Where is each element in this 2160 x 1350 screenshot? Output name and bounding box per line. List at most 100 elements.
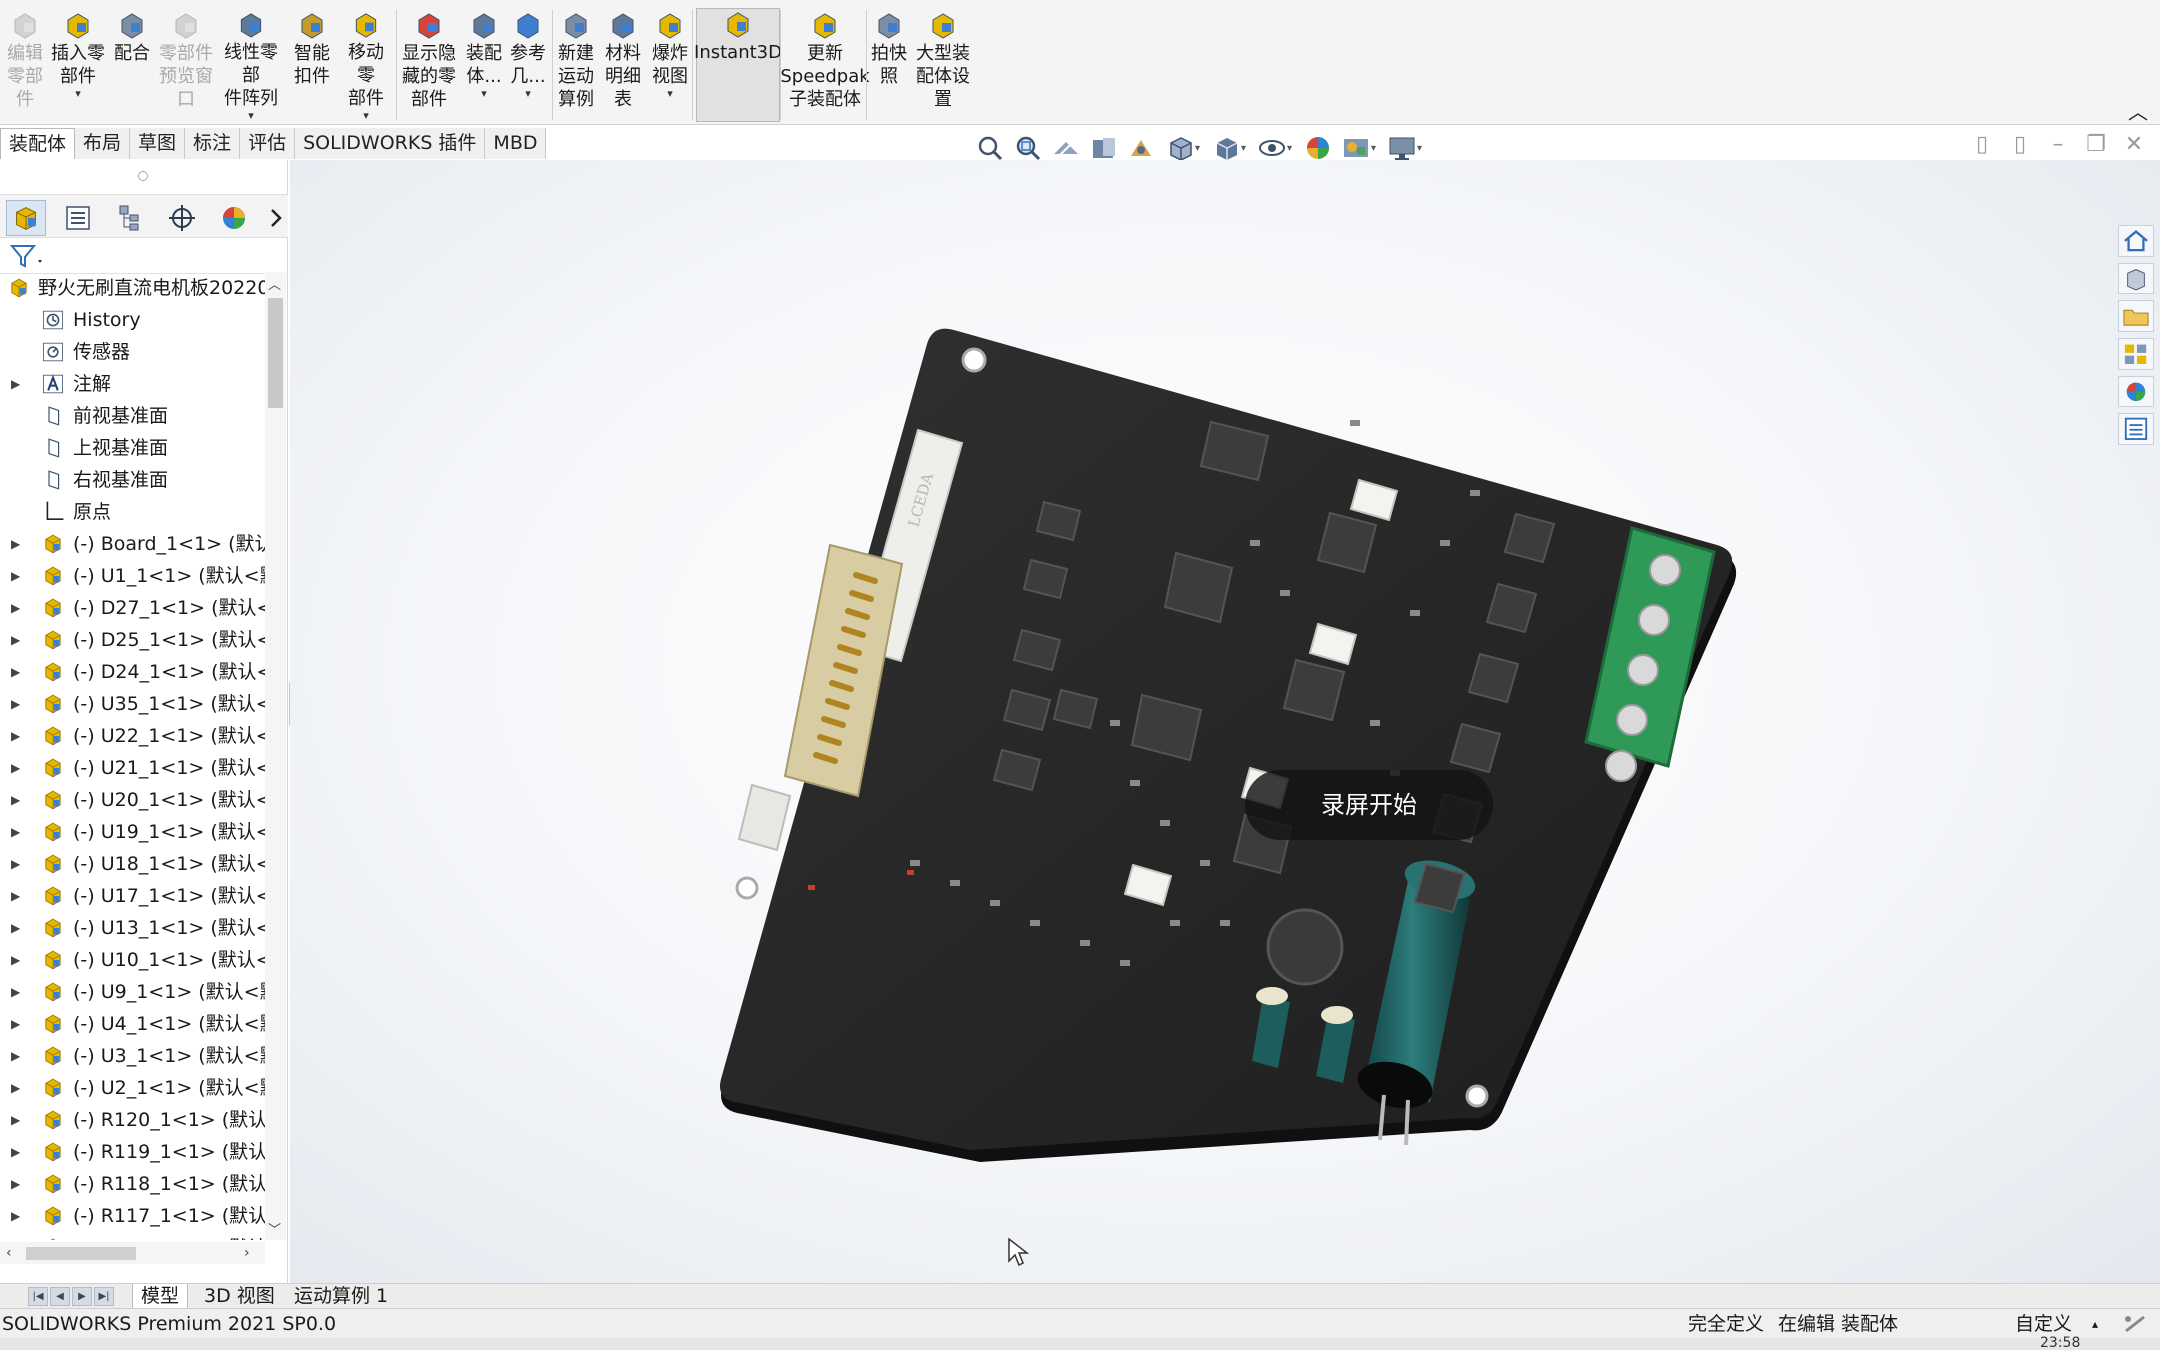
expand-arrow-icon[interactable]: ▶ xyxy=(11,1200,20,1232)
dimxpert-manager-tab-icon[interactable] xyxy=(162,200,202,236)
expand-arrow-icon[interactable]: ▶ xyxy=(11,720,20,752)
hide-show-dropdown-icon[interactable]: ▾ xyxy=(1287,143,1295,154)
expand-arrow-icon[interactable]: ▶ xyxy=(11,1040,20,1072)
design-library-icon[interactable] xyxy=(2118,262,2154,295)
tree-node[interactable]: ▶ (-) D24_1<1> (默认<默 xyxy=(0,656,265,688)
tree-hscroll-thumb[interactable] xyxy=(26,1247,136,1260)
expand-arrow-icon[interactable]: ▶ xyxy=(11,784,20,816)
expand-arrow-icon[interactable]: ▶ xyxy=(11,1104,20,1136)
ribbon-dropdown-icon[interactable]: ▾ xyxy=(525,88,531,100)
rebuild-status-icon[interactable] xyxy=(2122,1313,2148,1335)
tree-node[interactable]: 原点 xyxy=(0,496,265,528)
tree-node[interactable]: ▶ (-) R120_1<1> (默认< xyxy=(0,1104,265,1136)
ribbon-button-exploded-view[interactable]: 爆炸 视图 ▾ xyxy=(648,10,692,122)
tree-node[interactable]: ▶ (-) R116_1<1> (默认< xyxy=(0,1232,265,1240)
expand-arrow-icon[interactable]: ▶ xyxy=(11,528,20,560)
tree-filter[interactable] xyxy=(0,238,288,274)
cm-tab-3[interactable]: 标注 xyxy=(185,128,241,159)
expand-arrow-icon[interactable]: ▶ xyxy=(11,912,20,944)
ribbon-button-linear-pattern[interactable]: 线性零部 件阵列 ▾ xyxy=(218,10,284,122)
small-connector[interactable] xyxy=(737,783,792,852)
tree-node[interactable]: 右视基准面 xyxy=(0,464,265,496)
tree-node[interactable]: ▶ (-) U18_1<1> (默认<默 xyxy=(0,848,265,880)
prev-tab-icon[interactable]: ◀ xyxy=(50,1287,70,1306)
tree-node[interactable]: History xyxy=(0,304,265,336)
ribbon-button-bom[interactable]: 材料 明细 表 xyxy=(604,10,642,122)
expand-arrow-icon[interactable]: ▶ xyxy=(11,560,20,592)
restore-icon[interactable]: ❐ xyxy=(2084,132,2108,158)
scroll-down-icon[interactable]: ﹀ xyxy=(268,1219,281,1238)
expand-arrow-icon[interactable]: ▶ xyxy=(11,1168,20,1200)
ribbon-button-snapshot[interactable]: 拍快 照 xyxy=(870,10,908,122)
tree-node[interactable]: ▶ (-) U20_1<1> (默认<默 xyxy=(0,784,265,816)
filter-icon[interactable] xyxy=(10,243,46,269)
tree-node[interactable]: ▶ (-) U19_1<1> (默认<默 xyxy=(0,816,265,848)
close-icon[interactable]: ✕ xyxy=(2122,132,2146,158)
view-settings-dropdown-icon[interactable]: ▾ xyxy=(1417,143,1425,154)
ribbon-button-new-motion-study[interactable]: 新建 运动 算例 xyxy=(554,10,598,122)
cm-tab-5[interactable]: SOLIDWORKS 插件 xyxy=(295,128,486,159)
tile-left-icon[interactable]: ▯ xyxy=(1970,132,1994,158)
cm-tab-1[interactable]: 布局 xyxy=(75,128,131,159)
graphics-area[interactable]: LCEDA 录屏开始 xyxy=(290,160,2160,1350)
cm-tab-0[interactable]: 装配体 xyxy=(0,128,76,159)
tree-node[interactable]: ▶ (-) Board_1<1> (默认< xyxy=(0,528,265,560)
zoom-to-area-icon[interactable] xyxy=(1013,134,1043,162)
cm-tab-4[interactable]: 评估 xyxy=(240,128,296,159)
panel-grip[interactable] xyxy=(138,171,148,181)
feature-manager-tab-icon[interactable] xyxy=(6,200,46,236)
ribbon-button-component-preview[interactable]: 零部件 预览窗 口 xyxy=(158,10,214,122)
section-view-icon[interactable] xyxy=(1089,134,1119,162)
display-style-icon[interactable] xyxy=(1211,134,1241,162)
last-tab-icon[interactable]: ▶| xyxy=(94,1287,114,1306)
minimize-icon[interactable]: – xyxy=(2046,132,2070,158)
tab-model[interactable]: 模型 xyxy=(132,1284,189,1309)
dynamic-annotation-icon[interactable] xyxy=(1127,134,1157,162)
ribbon-dropdown-icon[interactable]: ▾ xyxy=(363,110,369,122)
more-tabs-chevron-icon[interactable] xyxy=(266,200,288,236)
apply-scene-icon[interactable] xyxy=(1341,134,1371,162)
tree-node[interactable]: ▶ (-) U2_1<1> (默认<默认 xyxy=(0,1072,265,1104)
expand-arrow-icon[interactable]: ▶ xyxy=(11,1072,20,1104)
tree-node[interactable]: ▶ (-) U9_1<1> (默认<默认 xyxy=(0,976,265,1008)
expand-arrow-icon[interactable]: ▶ xyxy=(11,1136,20,1168)
ribbon-button-insert-component[interactable]: 插入零 部件 ▾ xyxy=(50,10,106,122)
expand-arrow-icon[interactable]: ▶ xyxy=(11,848,20,880)
tab-motion-study-1[interactable]: 运动算例 1 xyxy=(286,1284,396,1309)
tree-node[interactable]: ▶ (-) U22_1<1> (默认<默 xyxy=(0,720,265,752)
view-orientation-icon[interactable] xyxy=(1165,134,1195,162)
tree-node[interactable]: ▶ (-) U17_1<1> (默认<默 xyxy=(0,880,265,912)
tree-node[interactable]: ▶ (-) U13_1<1> (默认<默 xyxy=(0,912,265,944)
ribbon-button-smart-fasteners[interactable]: 智能 扣件 xyxy=(292,10,332,122)
scroll-right-icon[interactable]: › xyxy=(244,1242,250,1264)
tree-vertical-scrollbar[interactable]: ︿ ﹀ xyxy=(265,272,286,1240)
view-settings-icon[interactable] xyxy=(1387,134,1417,162)
expand-arrow-icon[interactable]: ▶ xyxy=(11,368,20,400)
cm-tab-6[interactable]: MBD xyxy=(485,128,547,159)
ribbon-dropdown-icon[interactable]: ▾ xyxy=(248,110,254,122)
ribbon-button-instant3d[interactable]: Instant3D xyxy=(694,8,782,122)
cm-tab-2[interactable]: 草图 xyxy=(130,128,186,159)
tab-3d-view[interactable]: 3D 视图 xyxy=(196,1284,283,1309)
tree-node[interactable]: ▶ (-) D27_1<1> (默认<默 xyxy=(0,592,265,624)
expand-arrow-icon[interactable]: ▶ xyxy=(11,1232,20,1240)
collapse-ribbon-icon[interactable]: ︿ xyxy=(2128,96,2148,125)
custom-properties-icon[interactable] xyxy=(2118,413,2154,446)
ribbon-button-speedpak[interactable]: 更新 Speedpak 子装配体 xyxy=(780,10,870,122)
ribbon-button-show-hidden[interactable]: 显示隐 藏的零 部件 xyxy=(400,10,458,122)
ribbon-button-edit-component[interactable]: 编辑 零部 件 xyxy=(6,10,44,122)
expand-arrow-icon[interactable]: ▶ xyxy=(11,592,20,624)
expand-arrow-icon[interactable]: ▶ xyxy=(11,816,20,848)
tree-horizontal-scrollbar[interactable]: ‹ › xyxy=(0,1242,265,1264)
tree-node[interactable]: ▶ 注解 xyxy=(0,368,265,400)
hide-show-items-icon[interactable] xyxy=(1257,134,1287,162)
tree-node[interactable]: 前视基准面 xyxy=(0,400,265,432)
display-manager-tab-icon[interactable] xyxy=(214,200,254,236)
expand-arrow-icon[interactable]: ▶ xyxy=(11,944,20,976)
pcb-3d-model[interactable]: LCEDA xyxy=(290,160,2160,1283)
ribbon-button-large-assembly[interactable]: 大型装 配体设 置 xyxy=(910,10,976,122)
scroll-up-icon[interactable]: ︿ xyxy=(268,274,281,293)
tree-node[interactable]: ▶ (-) R117_1<1> (默认< xyxy=(0,1200,265,1232)
home-icon[interactable] xyxy=(2118,225,2154,257)
tree-node[interactable]: ▶ (-) U10_1<1> (默认<默 xyxy=(0,944,265,976)
